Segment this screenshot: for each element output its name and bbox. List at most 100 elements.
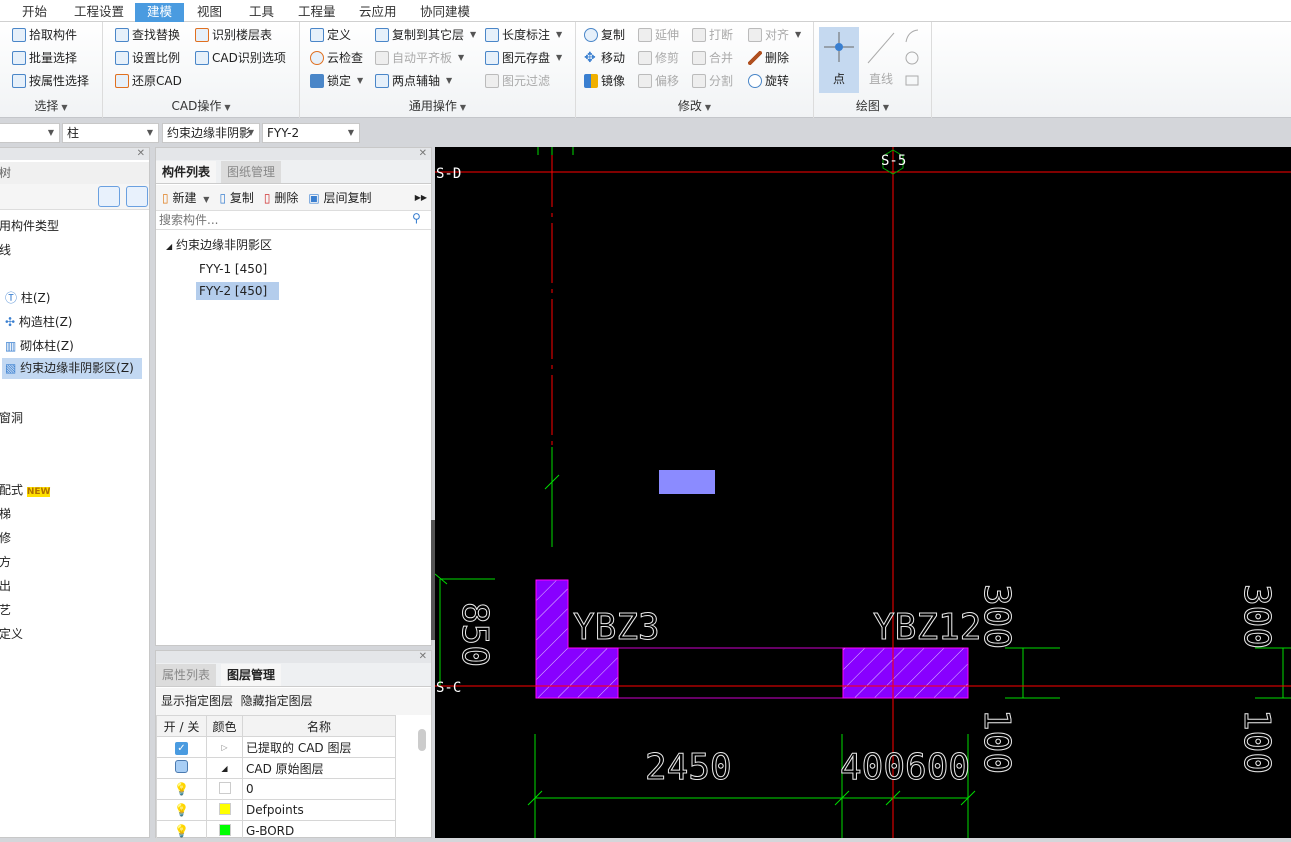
- group-select-label[interactable]: 选择 ▼: [0, 97, 102, 114]
- dim-850[interactable]: 850: [454, 602, 496, 668]
- close-icon[interactable]: ✕: [156, 651, 431, 663]
- wall-outline[interactable]: [617, 647, 844, 699]
- dim-300-right[interactable]: 300: [1236, 584, 1278, 650]
- extend-button[interactable]: 延伸: [638, 25, 679, 45]
- tree-item-column[interactable]: Ⓣ 柱(Z): [5, 289, 50, 306]
- group-cad-label[interactable]: CAD操作 ▼: [103, 97, 299, 114]
- column-ybz12[interactable]: [842, 647, 969, 699]
- pick-component-button[interactable]: 拾取构件: [12, 25, 77, 45]
- floor-copy-button[interactable]: ▣ 层间复制: [308, 189, 371, 206]
- two-point-axis-button[interactable]: 两点辅轴 ▼: [375, 71, 452, 91]
- tab-collab[interactable]: 协同建模: [412, 3, 478, 22]
- group-common-label[interactable]: 通用操作 ▼: [300, 97, 575, 114]
- tab-modeling[interactable]: 建模: [135, 3, 184, 22]
- merge-button[interactable]: 合并: [692, 48, 733, 68]
- layer-row[interactable]: 💡 0: [156, 778, 396, 800]
- tree-item[interactable]: 配式 NEW: [0, 481, 51, 498]
- tab-view[interactable]: 视图: [189, 3, 230, 22]
- set-scale-button[interactable]: 设置比例: [115, 48, 180, 68]
- tab-drawing-management[interactable]: 图纸管理: [221, 161, 282, 183]
- mirror-button[interactable]: 镜像: [584, 71, 625, 91]
- expand-icon[interactable]: ▷: [206, 736, 243, 758]
- align-button[interactable]: 对齐 ▼: [748, 25, 801, 45]
- scrollbar[interactable]: [418, 729, 426, 751]
- select-by-attr-button[interactable]: 按属性选择: [12, 71, 89, 91]
- filter-button[interactable]: 图元过滤: [485, 71, 550, 91]
- restore-cad-button[interactable]: 还原CAD: [115, 71, 182, 91]
- draw-point-button[interactable]: 点: [819, 27, 859, 93]
- type-select[interactable]: 约束边缘非阴影 ▼: [162, 123, 260, 143]
- tree-item[interactable]: 用构件类型: [0, 217, 59, 234]
- cloud-check-button[interactable]: 云检查: [310, 48, 363, 68]
- layer-row[interactable]: ✓ ▷ 已提取的 CAD 图层: [156, 736, 396, 758]
- tab-tools[interactable]: 工具: [241, 3, 282, 22]
- tab-component-list[interactable]: 构件列表: [156, 161, 217, 183]
- tree-item[interactable]: 梯: [0, 505, 11, 522]
- tab-cloud[interactable]: 云应用: [351, 3, 405, 22]
- length-dim-button[interactable]: 长度标注 ▼: [485, 25, 562, 45]
- tab-project-settings[interactable]: 工程设置: [66, 3, 132, 22]
- delete-button[interactable]: ▯ 删除: [264, 189, 298, 206]
- cad-canvas[interactable]: S-5 S-D S-C YBZ3 YBZ12 2450 400600 850 3…: [434, 147, 1291, 838]
- copy-to-layer-button[interactable]: 复制到其它层 ▼: [375, 25, 476, 45]
- show-layer-button[interactable]: 显示指定图层: [161, 694, 233, 708]
- axis-label-s-c[interactable]: S-C: [436, 680, 461, 696]
- tree-item[interactable]: 修: [0, 529, 11, 546]
- label-ybz3[interactable]: YBZ3: [573, 607, 661, 649]
- tree-item[interactable]: 窗洞: [0, 409, 23, 426]
- tree-item[interactable]: 出: [0, 577, 11, 594]
- category-select[interactable]: 柱 ▼: [62, 123, 159, 143]
- new-button[interactable]: ▯ 新建 ▼: [162, 189, 209, 206]
- component-item[interactable]: FYY-1 [450]: [196, 260, 270, 278]
- dim-400600[interactable]: 400600: [840, 747, 971, 789]
- card-view-icon[interactable]: [126, 186, 148, 207]
- batch-select-button[interactable]: 批量选择: [12, 48, 77, 68]
- close-icon[interactable]: ✕: [0, 148, 149, 160]
- find-replace-button[interactable]: 查找替换: [115, 25, 180, 45]
- dim-100-right[interactable]: 100: [1236, 709, 1278, 775]
- color-swatch[interactable]: [218, 781, 231, 794]
- dim-300[interactable]: 300: [976, 584, 1018, 650]
- component-item-selected[interactable]: FYY-2 [450]: [196, 282, 279, 300]
- arc-icon[interactable]: [905, 29, 919, 43]
- dim-2450[interactable]: 2450: [645, 747, 733, 789]
- rotate-button[interactable]: 旋转: [748, 71, 789, 91]
- lightbulb-icon[interactable]: 💡: [156, 778, 207, 800]
- collapse-icon[interactable]: ◢: [166, 242, 172, 251]
- tree-item[interactable]: 艺: [0, 601, 11, 618]
- tab-layer-management[interactable]: 图层管理: [221, 664, 282, 686]
- hide-layer-button[interactable]: 隐藏指定图层: [241, 694, 313, 708]
- more-icon[interactable]: ▶▶: [415, 193, 427, 202]
- checkbox-partial[interactable]: [175, 760, 188, 773]
- close-icon[interactable]: ✕: [156, 148, 431, 160]
- lock-button[interactable]: 锁定 ▼: [310, 71, 363, 91]
- tree-item[interactable]: 定义: [0, 625, 23, 642]
- lightbulb-icon[interactable]: 💡: [156, 799, 207, 821]
- copy-button[interactable]: ▯ 复制: [219, 189, 253, 206]
- tree-item-masonry-column[interactable]: ▥ 砌体柱(Z): [5, 337, 74, 354]
- lightbulb-icon[interactable]: 💡: [156, 820, 207, 842]
- rectangle-icon[interactable]: [905, 75, 919, 86]
- identify-floor-table-button[interactable]: 识别楼层表: [195, 25, 272, 45]
- checkbox-checked[interactable]: ✓: [175, 741, 188, 755]
- split-button[interactable]: 分割: [692, 71, 733, 91]
- tab-properties[interactable]: 属性列表: [156, 664, 217, 686]
- layer-row[interactable]: 💡 G-BORD: [156, 820, 396, 842]
- group-draw-label[interactable]: 绘图 ▼: [814, 97, 931, 114]
- search-icon[interactable]: ⚲: [412, 211, 421, 225]
- copy-button[interactable]: 复制: [584, 25, 625, 45]
- list-view-icon[interactable]: [98, 186, 120, 207]
- selection-highlight[interactable]: [659, 470, 715, 494]
- dim-100[interactable]: 100: [976, 709, 1018, 775]
- auto-align-slab-button[interactable]: 自动平齐板 ▼: [375, 48, 464, 68]
- tab-start[interactable]: 开始: [14, 3, 55, 22]
- component-select[interactable]: FYY-2 ▼: [262, 123, 360, 143]
- offset-button[interactable]: 偏移: [638, 71, 679, 91]
- group-modify-label[interactable]: 修改 ▼: [576, 97, 813, 114]
- layer-row[interactable]: 💡 Defpoints: [156, 799, 396, 821]
- draw-line-button[interactable]: 直线: [864, 27, 898, 93]
- break-button[interactable]: 打断: [692, 25, 733, 45]
- tree-item[interactable]: 线: [0, 241, 11, 258]
- move-button[interactable]: ✥ 移动: [584, 48, 625, 68]
- delete-button[interactable]: 删除: [748, 48, 789, 68]
